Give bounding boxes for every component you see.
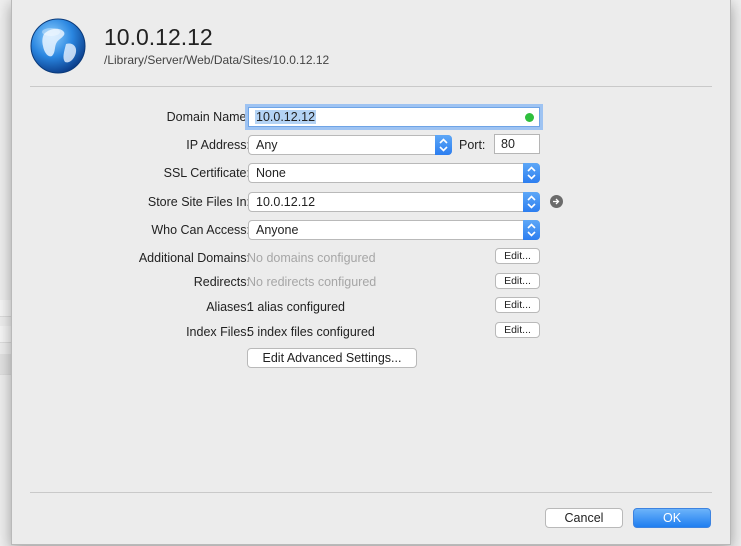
ssl-certificate-popup[interactable]: None <box>248 163 540 183</box>
ok-button[interactable]: OK <box>633 508 711 528</box>
site-path: /Library/Server/Web/Data/Sites/10.0.12.1… <box>104 53 330 67</box>
site-title: 10.0.12.12 <box>104 24 213 50</box>
domain-name-label: Domain Name: <box>166 110 250 124</box>
ssl-certificate-label: SSL Certificate: <box>163 166 250 180</box>
popup-arrows-icon <box>523 220 540 240</box>
reveal-in-finder-arrow-icon[interactable] <box>550 195 563 208</box>
store-site-files-popup[interactable]: 10.0.12.12 <box>248 192 540 212</box>
globe-icon <box>30 18 86 74</box>
edit-redirects-button[interactable]: Edit... <box>495 273 540 289</box>
additional-domains-value: No domains configured <box>247 251 376 265</box>
popup-arrows-icon <box>435 135 452 155</box>
popup-arrows-icon <box>523 192 540 212</box>
additional-domains-label: Additional Domains: <box>138 251 250 265</box>
who-can-access-value: Anyone <box>256 223 299 237</box>
redirects-label: Redirects: <box>193 275 250 289</box>
port-value: 80 <box>501 137 515 151</box>
popup-arrows-icon <box>523 163 540 183</box>
footer-divider <box>30 492 712 493</box>
aliases-value: 1 alias configured <box>247 300 345 314</box>
port-field[interactable]: 80 <box>494 134 540 154</box>
who-can-access-label: Who Can Access: <box>151 223 250 237</box>
edit-advanced-settings-button[interactable]: Edit Advanced Settings... <box>247 348 417 368</box>
ip-address-label: IP Address: <box>186 138 250 152</box>
who-can-access-popup[interactable]: Anyone <box>248 220 540 240</box>
cancel-button[interactable]: Cancel <box>545 508 623 528</box>
domain-name-field[interactable]: 10.0.12.12 <box>248 107 540 127</box>
ssl-certificate-value: None <box>256 166 286 180</box>
store-site-files-label: Store Site Files In: <box>147 195 250 209</box>
aliases-label: Aliases: <box>206 300 250 314</box>
port-label: Port: <box>459 138 486 152</box>
store-site-files-value: 10.0.12.12 <box>256 195 316 209</box>
ip-address-popup[interactable]: Any <box>248 135 452 155</box>
status-dot-icon <box>525 113 534 122</box>
header-divider <box>30 86 712 87</box>
edit-aliases-button[interactable]: Edit... <box>495 297 540 313</box>
site-settings-sheet: 10.0.12.12 /Library/Server/Web/Data/Site… <box>11 0 731 545</box>
ip-address-value: Any <box>256 138 278 152</box>
redirects-value: No redirects configured <box>247 275 377 289</box>
domain-name-value: 10.0.12.12 <box>255 110 317 124</box>
sheet-header: 10.0.12.12 /Library/Server/Web/Data/Site… <box>30 18 710 78</box>
index-files-value: 5 index files configured <box>247 325 375 339</box>
index-files-label: Index Files: <box>186 325 250 339</box>
edit-index-files-button[interactable]: Edit... <box>495 322 540 338</box>
edit-additional-domains-button[interactable]: Edit... <box>495 248 540 264</box>
